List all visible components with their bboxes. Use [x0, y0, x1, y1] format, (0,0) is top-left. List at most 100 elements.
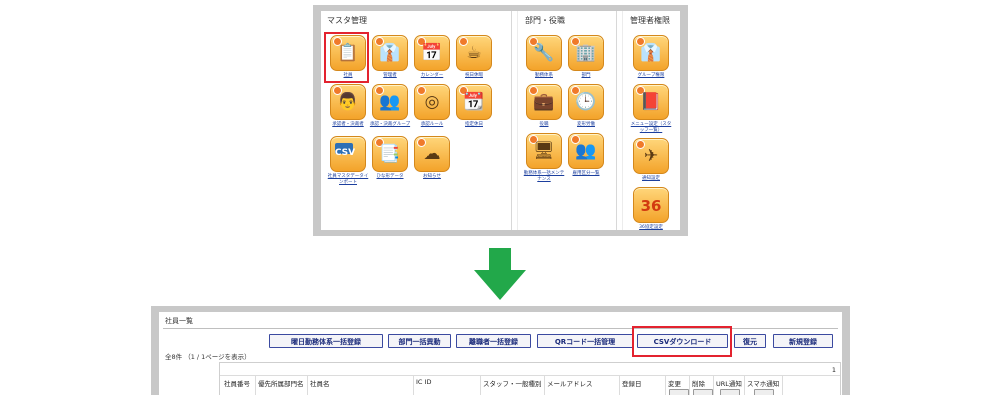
staff-selection-highlight [324, 32, 369, 83]
page-title: 社員一覧 [165, 317, 193, 325]
menu-item-group-permission[interactable]: 👔 グループ権限 [630, 35, 672, 79]
staff-list-screenshot: 社員一覧 曜日勤務体系一括登録 部門一括異動 離職者一括登録 QRコード一括管理… [151, 306, 850, 395]
col-divider [665, 375, 666, 395]
work-system-icon: 🔧 [526, 35, 562, 71]
menu-item-label[interactable]: 社員マスタデータインポート [327, 174, 369, 186]
menu-item-label[interactable]: 祝日休暇 [453, 73, 495, 79]
menu-item-label[interactable]: 管理者 [369, 73, 411, 79]
phone-notify-button[interactable] [754, 389, 774, 395]
menu-item-menu-setting[interactable]: 📕 メニュー設定（スタッフ一覧） [630, 84, 672, 134]
section-title: 管理者権限 [630, 16, 670, 25]
menu-item-label[interactable]: お知らせ [411, 174, 453, 180]
menu-item-employment-type[interactable]: 👥 雇用区分一覧 [565, 133, 607, 177]
delete-button[interactable] [693, 389, 713, 395]
title-divider [163, 328, 838, 329]
col-divider [713, 375, 714, 395]
menu-item-approver[interactable]: 👨 承認者・決裁者 [327, 84, 369, 128]
section-master: マスタ管理 📋 社員 👔 管理者 📅 カレンダー ☕ 祝日休暇 👨 承認者・決裁… [321, 11, 509, 230]
section-divider [511, 11, 512, 230]
col-header: URL通知 [716, 380, 742, 388]
down-arrow-icon [474, 248, 526, 300]
menu-item-bulk-maintenance[interactable]: 🖥 勤務体系一括メンテナンス [523, 133, 565, 183]
menu-item-label[interactable]: 変形労働 [565, 122, 607, 128]
menu-setting-icon: 📕 [633, 84, 669, 120]
edit-button[interactable] [669, 389, 689, 395]
bulk-resignation-register-button[interactable]: 離職者一括登録 [456, 334, 531, 348]
menu-item-holiday[interactable]: ☕ 祝日休暇 [453, 35, 495, 79]
col-divider [413, 375, 414, 395]
menu-item-label[interactable]: 勤務体系 [523, 73, 565, 79]
col-divider [255, 375, 256, 395]
page-number[interactable]: 1 [832, 366, 836, 374]
menu-item-label[interactable]: グループ権限 [630, 73, 672, 79]
menu-item-label[interactable]: 役職 [523, 122, 565, 128]
new-register-button[interactable]: 新規登録 [773, 334, 833, 348]
qr-code-management-button[interactable]: QRコード一括管理 [537, 334, 633, 348]
menu-item-calendar[interactable]: 📅 カレンダー [411, 35, 453, 79]
menu-item-label[interactable]: ひな形データ [369, 174, 411, 180]
menu-item-agreement-36[interactable]: 36 36協定設定 [630, 187, 672, 231]
template-icon: 📑 [372, 136, 408, 172]
col-divider [689, 375, 690, 395]
section-divider [616, 11, 617, 230]
menu-item-approval-group[interactable]: 👥 承認・決裁グループ [369, 84, 411, 128]
col-header: 社員番号 [224, 380, 250, 388]
calendar-icon: 📅 [414, 35, 450, 71]
menu-item-admin[interactable]: 👔 管理者 [369, 35, 411, 79]
menu-item-notice[interactable]: ☁ お知らせ [411, 136, 453, 180]
position-icon: 💼 [526, 84, 562, 120]
csv-import-icon: CSV [330, 136, 366, 172]
staff-list-panel: 社員一覧 曜日勤務体系一括登録 部門一括異動 離職者一括登録 QRコード一括管理… [159, 312, 842, 395]
admin-icon: 👔 [372, 35, 408, 71]
col-divider [480, 375, 481, 395]
variable-labor-icon: 🕒 [568, 84, 604, 120]
menu-item-position[interactable]: 💼 役職 [523, 84, 565, 128]
col-header: メールアドレス [547, 380, 593, 388]
menu-item-label[interactable]: 承認ルール [411, 122, 453, 128]
staff-table: 1 社員番号 優先所属部門名 社員名 IC ID スタッフ・一般種別 メールアド… [219, 362, 841, 395]
menu-item-designated-holiday[interactable]: 📆 指定休日 [453, 84, 495, 128]
holiday-icon: ☕ [456, 35, 492, 71]
notification-icon: ✈ [633, 138, 669, 174]
department-icon: 🏢 [568, 35, 604, 71]
col-header: 削除 [692, 380, 705, 388]
notice-icon: ☁ [414, 136, 450, 172]
menu-item-work-system[interactable]: 🔧 勤務体系 [523, 35, 565, 79]
col-header: スタッフ・一般種別 [483, 380, 542, 388]
menu-item-template[interactable]: 📑 ひな形データ [369, 136, 411, 180]
menu-item-notification[interactable]: ✈ 通知設定 [630, 138, 672, 182]
url-notify-button[interactable] [720, 389, 740, 395]
bulk-weekday-register-button[interactable]: 曜日勤務体系一括登録 [269, 334, 383, 348]
col-header: 社員名 [310, 380, 330, 388]
menu-item-label[interactable]: 勤務体系一括メンテナンス [523, 171, 565, 183]
menu-item-label[interactable]: 36協定設定 [630, 225, 672, 231]
col-header: スマホ通知 [747, 380, 780, 388]
menu-item-variable-labor[interactable]: 🕒 変形労働 [565, 84, 607, 128]
menu-item-label[interactable]: 通知設定 [630, 176, 672, 182]
menu-item-csv-import[interactable]: CSV 社員マスタデータインポート [327, 136, 369, 186]
menu-item-label[interactable]: 指定休日 [453, 122, 495, 128]
employment-type-icon: 👥 [568, 133, 604, 169]
menu-item-label[interactable]: 雇用区分一覧 [565, 171, 607, 177]
record-count: 全8件 （1 / 1ページを表示） [165, 353, 251, 361]
designated-holiday-icon: 📆 [456, 84, 492, 120]
col-divider [619, 375, 620, 395]
section-title: マスタ管理 [327, 16, 367, 25]
menu-item-label[interactable]: 部門 [565, 73, 607, 79]
csv-download-highlight [632, 326, 732, 357]
approval-group-icon: 👥 [372, 84, 408, 120]
restore-button[interactable]: 復元 [734, 334, 766, 348]
menu-item-label[interactable]: カレンダー [411, 73, 453, 79]
menu-item-label[interactable]: メニュー設定（スタッフ一覧） [630, 122, 672, 134]
col-header: 登録日 [622, 380, 642, 388]
col-divider [744, 375, 745, 395]
approver-icon: 👨 [330, 84, 366, 120]
menu-item-label[interactable]: 承認・決裁グループ [369, 122, 411, 128]
col-divider [782, 375, 783, 395]
bulk-department-transfer-button[interactable]: 部門一括異動 [388, 334, 451, 348]
bulk-maintenance-icon: 🖥 [526, 133, 562, 169]
menu-item-approval-rule[interactable]: ◎ 承認ルール [411, 84, 453, 128]
master-menu-screenshot: マスタ管理 📋 社員 👔 管理者 📅 カレンダー ☕ 祝日休暇 👨 承認者・決裁… [313, 5, 688, 236]
menu-item-label[interactable]: 承認者・決裁者 [327, 122, 369, 128]
menu-item-department[interactable]: 🏢 部門 [565, 35, 607, 79]
